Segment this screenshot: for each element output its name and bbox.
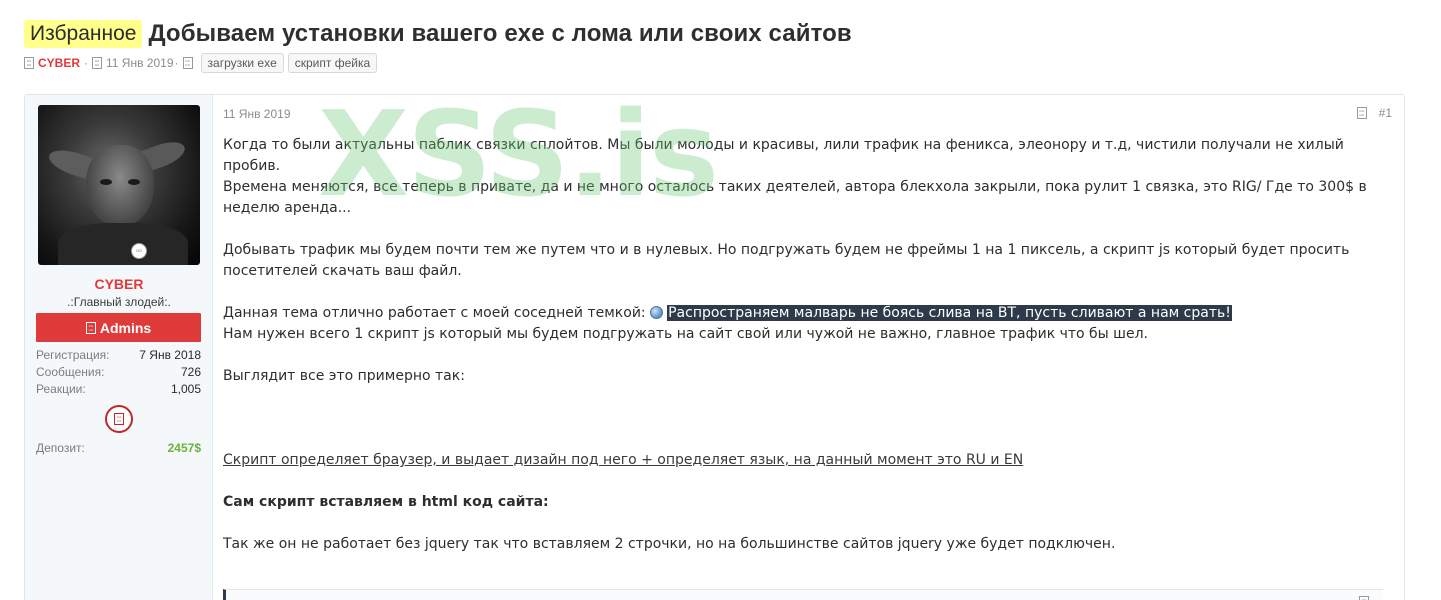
- stat-value: 1,005: [170, 382, 201, 396]
- thread-header: Избранное Добываем установки вашего exe …: [24, 18, 1417, 74]
- user-title: .:Главный злодей:.: [67, 295, 171, 309]
- online-badge-icon: ▫▫: [131, 243, 147, 259]
- deposit-label: Депозит:: [36, 441, 85, 455]
- stat-value[interactable]: 726: [181, 364, 201, 381]
- post-user-cell: ▫▫ CYBER .:Главный злодей:. ▫▫ ▫▫ Admins …: [25, 95, 213, 600]
- user-stats: Регистрация: 7 Янв 2018 Сообщения: 726 Р…: [36, 347, 201, 398]
- clock-icon: ▫▫ ▫▫: [92, 57, 103, 69]
- thread-meta: ▫▫ ▫▫ CYBER · ▫▫ ▫▫ 11 Янв 2019 · ▫▫ ▫▫ заг…: [24, 52, 1417, 74]
- post-paragraph: Нам нужен всего 1 скрипт js который мы б…: [223, 326, 1148, 342]
- stat-label: Сообщения:: [36, 365, 105, 379]
- banner-label: Admins: [99, 319, 152, 336]
- post: ▫▫ CYBER .:Главный злодей:. ▫▫ ▫▫ Admins …: [24, 94, 1405, 600]
- thread-author-link[interactable]: CYBER: [38, 56, 80, 70]
- page-title: Добываем установки вашего exe с лома или…: [148, 20, 852, 47]
- meta-separator: ·: [84, 56, 89, 70]
- post-paragraph: Выглядит все это примерно так:: [223, 368, 465, 384]
- stat-row: Регистрация: 7 Янв 2018: [36, 347, 201, 364]
- tag-item[interactable]: загрузки exe: [200, 53, 284, 73]
- stat-value: 7 Янв 2018: [139, 348, 201, 362]
- share-icon[interactable]: ▫▫ ▫▫: [1356, 107, 1367, 119]
- tag-icon: ▫▫ ▫▫: [182, 57, 193, 69]
- user-icon: ▫▫ ▫▫: [24, 57, 34, 69]
- thread-date[interactable]: 11 Янв 2019: [106, 56, 174, 70]
- avatar[interactable]: [38, 105, 200, 265]
- user-banner: ▫▫ ▫▫ Admins: [36, 313, 201, 342]
- deposit-row: Депозит: 2457$: [36, 441, 201, 455]
- post-paragraph: Так же он не работает без jquery так что…: [223, 536, 1116, 552]
- thread-prefix[interactable]: Избранное: [24, 20, 143, 48]
- meta-separator: ·: [174, 56, 179, 70]
- post-paragraph: Когда то были актуальны паблик связки сп…: [223, 137, 1344, 174]
- post-paragraph: Добывать трафик мы будем почти тем же пу…: [223, 242, 1350, 279]
- shield-icon: ▫▫ ▫▫: [85, 321, 96, 334]
- award-glyph-icon: ▫▫ ▫▫: [114, 413, 124, 425]
- tag-item[interactable]: скрипт фейка: [287, 53, 378, 73]
- post-main-cell: 11 Янв 2019 ▫▫ ▫▫ #1 Когда то были актуал…: [213, 95, 1404, 600]
- post-body: Когда то были актуальны паблик связки сп…: [223, 135, 1373, 555]
- post-underlined-text: Скрипт определяет браузер, и выдает диза…: [223, 452, 1024, 468]
- stat-label: Регистрация:: [36, 348, 110, 362]
- post-bold-text: Сам скрипт вставляем в html код сайта:: [223, 494, 549, 510]
- post-paragraph: Времена меняются, все теперь в привате, …: [223, 179, 1367, 216]
- copy-icon[interactable]: ▫▫▫▫: [1359, 596, 1369, 600]
- globe-icon: [650, 306, 664, 319]
- stat-row: Сообщения: 726: [36, 364, 201, 381]
- stat-label: Реакции:: [36, 382, 86, 396]
- stat-row: Реакции: 1,005: [36, 381, 201, 398]
- link-intro-text: Данная тема отлично работает с моей сосе…: [223, 305, 646, 321]
- award-icon[interactable]: ▫▫ ▫▫: [105, 405, 133, 433]
- username[interactable]: CYBER: [25, 276, 213, 292]
- post-actions: ▫▫ ▫▫ #1: [1356, 106, 1392, 120]
- title-row: Избранное Добываем установки вашего exe …: [24, 18, 1417, 50]
- post-paragraph-with-link: Данная тема отлично работает с моей сосе…: [223, 303, 1373, 324]
- post-number[interactable]: #1: [1379, 106, 1392, 120]
- post-date[interactable]: 11 Янв 2019: [223, 107, 291, 121]
- deposit-value: 2457$: [167, 441, 201, 455]
- code-block[interactable]: ▫▫▫▫: [223, 589, 1383, 600]
- internal-thread-link[interactable]: Распространяем малварь не боясь слива на…: [667, 305, 1232, 321]
